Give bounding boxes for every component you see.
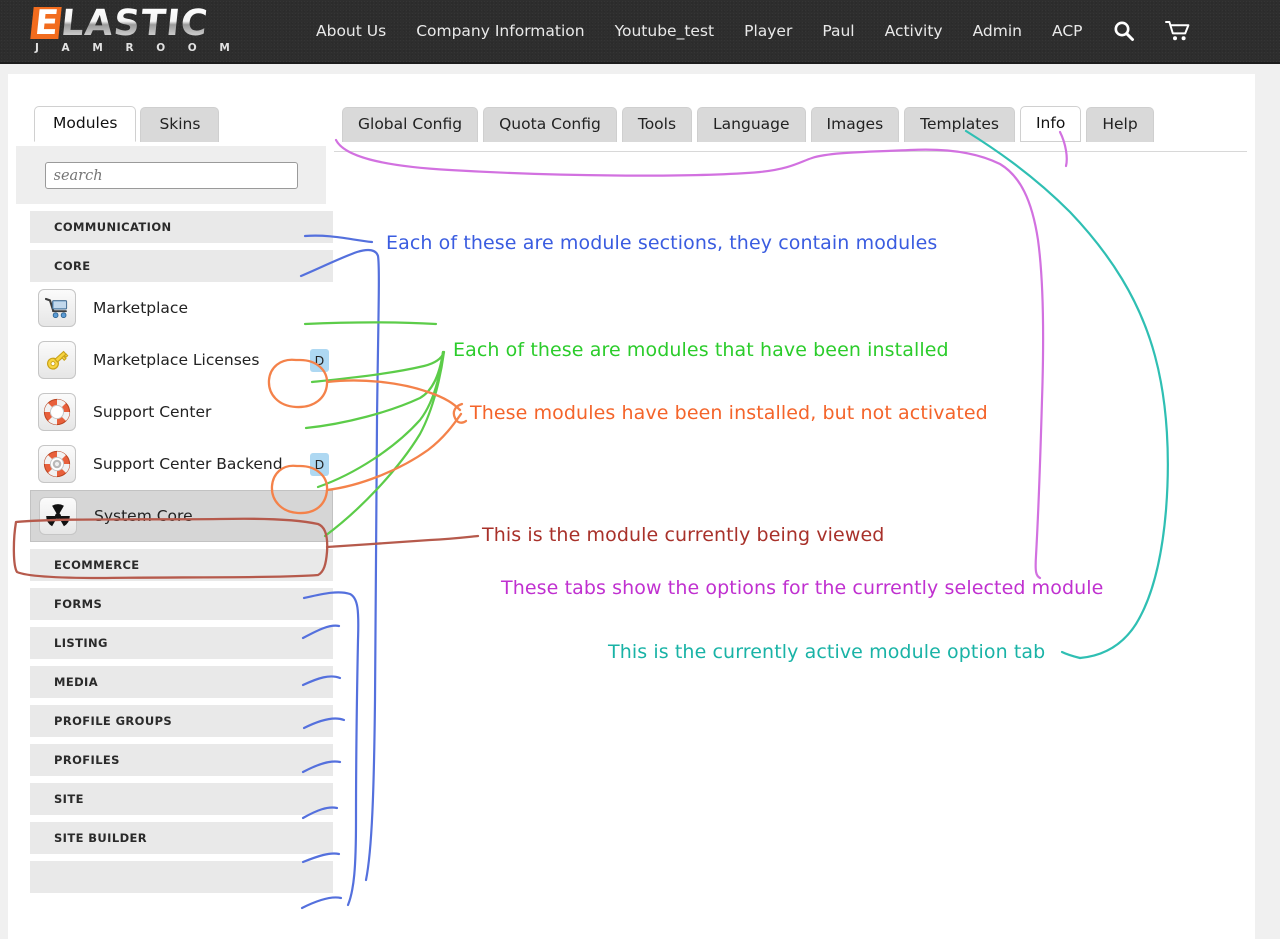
tab-quota-config[interactable]: Quota Config	[483, 107, 617, 142]
sidebar-section-site[interactable]: SITE	[30, 783, 333, 815]
module-option-tab-strip: Global Config Quota Config Tools Languag…	[342, 106, 1154, 142]
nav-company-information[interactable]: Company Information	[416, 22, 584, 40]
nav-acp[interactable]: ACP	[1052, 22, 1083, 40]
sidebar-section-core[interactable]: CORE	[30, 250, 333, 282]
sidebar-module-system-core[interactable]: System Core	[30, 490, 333, 542]
sidebar-section-label: COMMUNICATION	[54, 220, 172, 234]
sidebar-section-label: PROFILES	[54, 753, 120, 767]
tab-help[interactable]: Help	[1086, 107, 1154, 142]
sidebar-module-label: Marketplace Licenses	[93, 351, 260, 369]
annotation-installed-modules: Each of these are modules that have been…	[453, 339, 949, 361]
lifebuoy-gear-icon	[38, 445, 76, 483]
sidebar-module-label: System Core	[94, 507, 193, 525]
radiation-icon	[39, 497, 77, 535]
site-logo[interactable]: ELASTIC J A M R O O M	[30, 3, 242, 55]
tab-info[interactable]: Info	[1019, 106, 1082, 142]
sidebar-module-label: Marketplace	[93, 299, 188, 317]
sidebar-module-marketplace[interactable]: Marketplace	[30, 282, 333, 334]
sidebar-section-site-builder[interactable]: SITE BUILDER	[30, 822, 333, 854]
tab-images[interactable]: Images	[810, 107, 900, 142]
left-tab-strip: Modules Skins	[34, 106, 220, 142]
sidebar-module-label: Support Center	[93, 403, 212, 421]
sidebar-section-profile-groups[interactable]: PROFILE GROUPS	[30, 705, 333, 737]
status-badge: D	[310, 452, 329, 476]
sidebar-section-label: FORMS	[54, 597, 103, 611]
search-input[interactable]	[44, 162, 298, 189]
tab-language[interactable]: Language	[697, 107, 806, 142]
tab-templates[interactable]: Templates	[904, 107, 1015, 142]
logo-initial: E	[30, 3, 62, 43]
lifebuoy-icon	[38, 393, 76, 431]
top-navigation-bar: ELASTIC J A M R O O M About Us Company I…	[0, 0, 1280, 64]
sidebar-module-support-center-backend[interactable]: Support Center Backend D	[30, 438, 333, 490]
logo-text: LASTIC	[59, 3, 211, 44]
sidebar-section-forms[interactable]: FORMS	[30, 588, 333, 620]
nav-player[interactable]: Player	[744, 22, 792, 40]
status-badge: D	[310, 348, 329, 372]
tab-divider	[334, 151, 1247, 152]
module-sidebar: COMMUNICATION CORE	[16, 146, 333, 893]
annotation-not-activated: These modules have been installed, but n…	[470, 402, 988, 424]
sidebar-module-marketplace-licenses[interactable]: Marketplace Licenses D	[30, 334, 333, 386]
sidebar-section-label: ECOMMERCE	[54, 558, 140, 572]
sidebar-section-ecommerce[interactable]: ECOMMERCE	[30, 549, 333, 581]
tab-global-config[interactable]: Global Config	[342, 107, 479, 142]
sidebar-section-media[interactable]: MEDIA	[30, 666, 333, 698]
sidebar-section-communication[interactable]: COMMUNICATION	[30, 211, 333, 243]
sidebar-section-partial[interactable]	[30, 861, 333, 893]
tab-tools[interactable]: Tools	[621, 107, 693, 142]
tab-skins[interactable]: Skins	[140, 107, 220, 142]
nav-youtube-test[interactable]: Youtube_test	[615, 22, 715, 40]
sidebar-module-label: Support Center Backend	[93, 455, 283, 473]
sidebar-module-support-center[interactable]: Support Center	[30, 386, 333, 438]
nav-admin[interactable]: Admin	[973, 22, 1022, 40]
admin-page: Modules Skins Global Config Quota Config…	[8, 74, 1255, 939]
sidebar-section-label: MEDIA	[54, 675, 99, 689]
sidebar-section-label: CORE	[54, 259, 91, 273]
nav-about-us[interactable]: About Us	[316, 22, 386, 40]
nav-paul[interactable]: Paul	[822, 22, 854, 40]
annotation-module-option-tabs: These tabs show the options for the curr…	[501, 577, 1104, 599]
sidebar-section-label: SITE BUILDER	[54, 831, 148, 845]
tab-modules[interactable]: Modules	[34, 106, 137, 142]
main-nav: About Us Company Information Youtube_tes…	[316, 20, 1191, 42]
annotation-current-module: This is the module currently being viewe…	[482, 524, 885, 546]
search-icon[interactable]	[1113, 20, 1135, 42]
nav-activity[interactable]: Activity	[885, 22, 943, 40]
shopping-cart-icon	[38, 289, 76, 327]
sidebar-section-profiles[interactable]: PROFILES	[30, 744, 333, 776]
search-panel	[16, 146, 326, 204]
annotation-active-tab: This is the currently active module opti…	[608, 641, 1046, 663]
key-icon	[38, 341, 76, 379]
cart-icon[interactable]	[1164, 20, 1191, 42]
sidebar-section-label: LISTING	[54, 636, 108, 650]
sidebar-section-listing[interactable]: LISTING	[30, 627, 333, 659]
annotation-module-sections: Each of these are module sections, they …	[386, 232, 938, 254]
sidebar-section-label: SITE	[54, 792, 84, 806]
sidebar-section-label: PROFILE GROUPS	[54, 714, 173, 728]
